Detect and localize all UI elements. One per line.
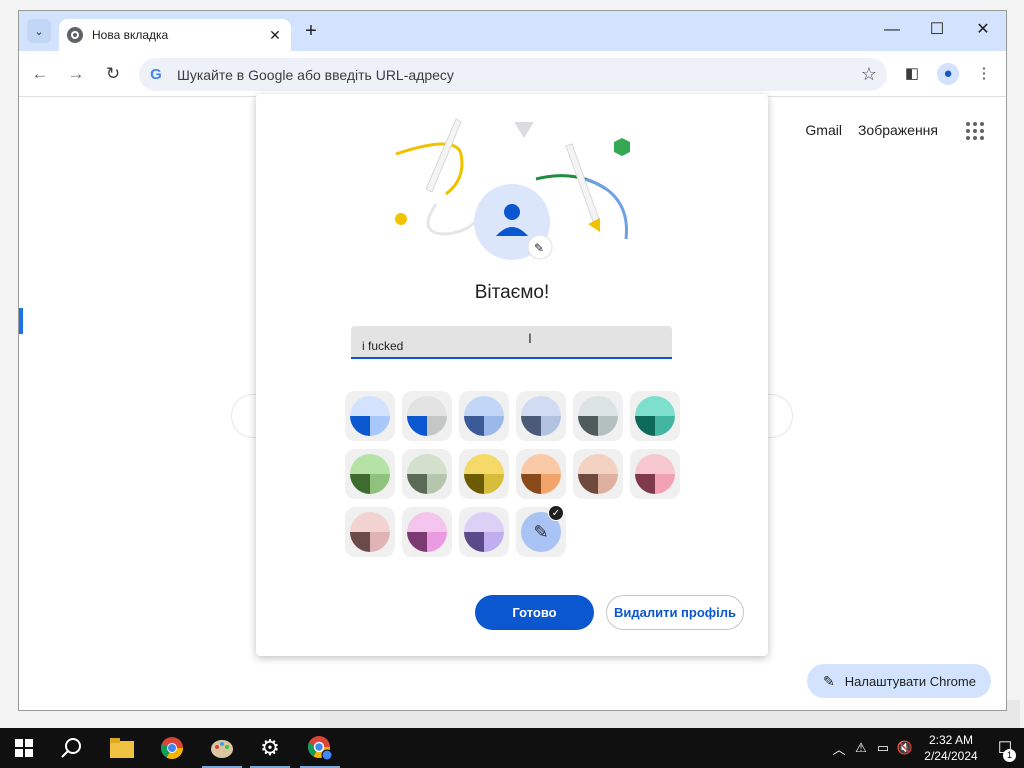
color-swatch[interactable]: [345, 391, 395, 441]
swatch-color-circle: [407, 512, 447, 552]
tab-search-button[interactable]: ⌄: [27, 19, 51, 43]
color-swatch[interactable]: [630, 391, 680, 441]
swatch-color-circle: [407, 454, 447, 494]
google-top-links: Gmail Зображення: [805, 122, 938, 138]
color-swatch[interactable]: [459, 507, 509, 557]
chrome-taskbar-icon[interactable]: [148, 728, 196, 768]
google-apps-icon[interactable]: [966, 122, 984, 140]
custom-color-picker-swatch[interactable]: ✎ ✓: [516, 505, 566, 557]
swatch-color-circle: [464, 396, 504, 436]
images-link[interactable]: Зображення: [858, 122, 938, 138]
tab-title: Нова вкладка: [92, 28, 169, 42]
tab-strip: ⌄ Нова вкладка ✕ + — ☐ ✕: [19, 11, 1006, 51]
network-warning-icon[interactable]: ⚠: [850, 740, 872, 756]
clock[interactable]: 2:32 AM 2/24/2024: [916, 732, 986, 764]
customize-chrome-button[interactable]: ✎ Налаштувати Chrome: [807, 664, 991, 698]
new-tab-button[interactable]: +: [299, 20, 323, 44]
address-bar[interactable]: G Шукайте в Google або введіть URL-адрес…: [139, 58, 887, 91]
system-tray: ︿ ⚠ ▭ 🔇 2:32 AM 2/24/2024 ☐ 1: [828, 728, 1024, 768]
minimize-button[interactable]: —: [877, 17, 907, 43]
left-accent: [19, 308, 23, 334]
done-button[interactable]: Готово: [475, 595, 594, 630]
welcome-illustration: ✎: [395, 118, 630, 260]
swatch-color-circle: [578, 396, 618, 436]
swatch-color-circle: [350, 454, 390, 494]
theme-color-swatches: ✎ ✓: [345, 391, 685, 557]
color-swatch[interactable]: [345, 507, 395, 557]
svg-text:✎: ✎: [534, 241, 544, 255]
clock-date: 2/24/2024: [924, 749, 978, 763]
selected-check-icon: ✓: [548, 505, 564, 521]
profile-name-input[interactable]: [351, 326, 672, 359]
volume-muted-icon[interactable]: 🔇: [894, 740, 916, 756]
customize-chrome-label: Налаштувати Chrome: [844, 673, 976, 689]
profile-setup-dialog: ✎ Вітаємо! I ✎✓ Готово Видалити профіль: [256, 94, 768, 656]
swatch-color-circle: [407, 396, 447, 436]
swatch-color-circle: [521, 454, 561, 494]
color-swatch[interactable]: [402, 507, 452, 557]
swatch-color-circle: [635, 396, 675, 436]
color-swatch[interactable]: [573, 391, 623, 441]
clock-time: 2:32 AM: [928, 733, 974, 747]
swatch-color-circle: [350, 396, 390, 436]
maximize-button[interactable]: ☐: [922, 17, 952, 43]
swatch-color-circle: [464, 512, 504, 552]
google-g-icon: G: [150, 65, 162, 83]
bookmark-star-icon[interactable]: ☆: [861, 64, 877, 85]
text-cursor-icon: I: [528, 330, 532, 346]
color-swatch[interactable]: [516, 449, 566, 499]
reload-button[interactable]: ↻: [102, 63, 124, 85]
swatch-color-circle: [464, 454, 504, 494]
network-icon[interactable]: ▭: [872, 740, 894, 756]
color-swatch[interactable]: [402, 391, 452, 441]
swatch-color-circle: [578, 454, 618, 494]
color-swatch[interactable]: [345, 449, 395, 499]
color-swatch[interactable]: [516, 391, 566, 441]
color-swatch[interactable]: [459, 449, 509, 499]
welcome-title: Вітаємо!: [474, 282, 550, 303]
chrome-icon: [67, 27, 83, 43]
toolbar: ← → ↻ G Шукайте в Google або введіть URL…: [19, 51, 1006, 97]
side-panel-icon[interactable]: ◧: [901, 63, 923, 85]
delete-profile-button[interactable]: Видалити профіль: [606, 595, 744, 630]
color-swatch[interactable]: [459, 391, 509, 441]
color-swatch[interactable]: [630, 449, 680, 499]
pencil-icon: ✎: [823, 672, 835, 689]
notification-center-icon[interactable]: ☐ 1: [986, 738, 1024, 762]
back-button[interactable]: ←: [29, 63, 51, 85]
start-button[interactable]: [0, 728, 48, 768]
gmail-link[interactable]: Gmail: [805, 122, 842, 138]
swatch-color-circle: [521, 396, 561, 436]
notification-count-badge: 1: [1003, 749, 1016, 762]
swatch-color-circle: [635, 454, 675, 494]
taskbar: ⚙ ︿ ⚠ ▭ 🔇 2:32 AM 2/24/2024 ☐ 1: [0, 728, 1024, 768]
chevron-up-icon[interactable]: ︿: [828, 739, 850, 758]
settings-gear-icon[interactable]: ⚙: [246, 728, 294, 768]
swatch-color-circle: [350, 512, 390, 552]
profile-avatar-icon[interactable]: ●: [937, 63, 959, 85]
tab-new-tab[interactable]: Нова вкладка ✕: [59, 19, 291, 51]
color-swatch[interactable]: [402, 449, 452, 499]
tab-close-icon[interactable]: ✕: [267, 27, 283, 44]
forward-button[interactable]: →: [65, 63, 87, 85]
chrome-profile-taskbar-icon[interactable]: [296, 728, 344, 768]
file-explorer-icon[interactable]: [98, 728, 146, 768]
address-bar-placeholder: Шукайте в Google або введіть URL-адресу: [177, 66, 454, 83]
paint-app-icon[interactable]: [198, 728, 246, 768]
menu-dots-icon[interactable]: ⋮: [973, 63, 995, 85]
color-swatch[interactable]: [573, 449, 623, 499]
close-window-button[interactable]: ✕: [968, 17, 998, 43]
search-icon[interactable]: [48, 728, 96, 768]
